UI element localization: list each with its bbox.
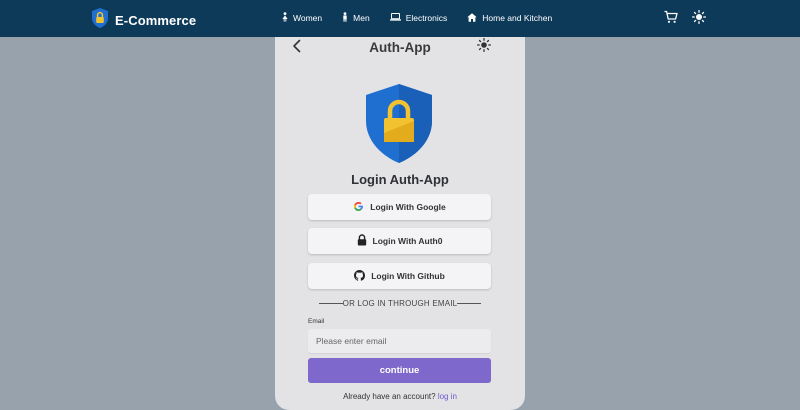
login-auth0-button[interactable]: Login With Auth0 [308, 228, 491, 254]
login-heading: Login Auth-App [351, 172, 449, 187]
shield-lock-logo-icon [91, 7, 109, 34]
login-prompt: Already have an account? log in [275, 392, 525, 401]
google-icon [353, 201, 364, 214]
email-field[interactable] [308, 329, 491, 353]
cart-icon[interactable] [664, 10, 678, 24]
brand-title: E-Commerce [115, 13, 197, 28]
laptop-icon [389, 13, 401, 23]
divider-line [318, 303, 343, 305]
login-google-button[interactable]: Login With Google [308, 194, 491, 220]
brand-logo-link[interactable]: E-Commerce [91, 7, 196, 34]
divider-line [457, 303, 482, 305]
email-divider: OR LOG IN THROUGH EMAIL [275, 299, 525, 308]
github-icon [354, 269, 366, 283]
nav-link-electronics[interactable]: Electronics [389, 12, 448, 24]
card-header: Auth-App [275, 37, 525, 59]
login-github-button[interactable]: Login With Github [308, 263, 491, 289]
login-prompt-text: Already have an account? [343, 392, 436, 401]
sun-icon[interactable] [692, 10, 706, 24]
login-github-label: Login With Github [371, 271, 445, 281]
man-icon [342, 12, 348, 24]
email-label: Email [308, 318, 325, 325]
auth-card: Auth-App Login Auth-App Login With Googl… [275, 37, 525, 410]
nav-link-home-kitchen[interactable]: Home and Kitchen [467, 12, 552, 24]
woman-icon [282, 12, 288, 24]
nav-link-women[interactable]: Women [282, 12, 322, 24]
nav-link-label: Men [353, 13, 370, 23]
nav-link-label: Electronics [405, 13, 448, 23]
nav-link-label: Women [293, 13, 323, 23]
continue-button[interactable]: continue [308, 358, 491, 383]
divider-text: OR LOG IN THROUGH EMAIL [342, 299, 458, 308]
nav-link-men[interactable]: Men [342, 12, 370, 24]
sun-icon[interactable] [477, 38, 491, 52]
nav-links: Women Men Electronics Home and Kitchen [282, 12, 552, 24]
nav-link-label: Home and Kitchen [482, 13, 553, 23]
login-google-label: Login With Google [370, 202, 446, 212]
shield-lock-icon [362, 81, 436, 170]
home-icon [467, 12, 477, 24]
nav-actions [664, 10, 706, 24]
lock-icon [357, 234, 367, 248]
login-link[interactable]: log in [438, 392, 457, 401]
top-navbar: E-Commerce Women Men Electronics Home an… [0, 0, 800, 37]
login-auth0-label: Login With Auth0 [372, 236, 443, 246]
